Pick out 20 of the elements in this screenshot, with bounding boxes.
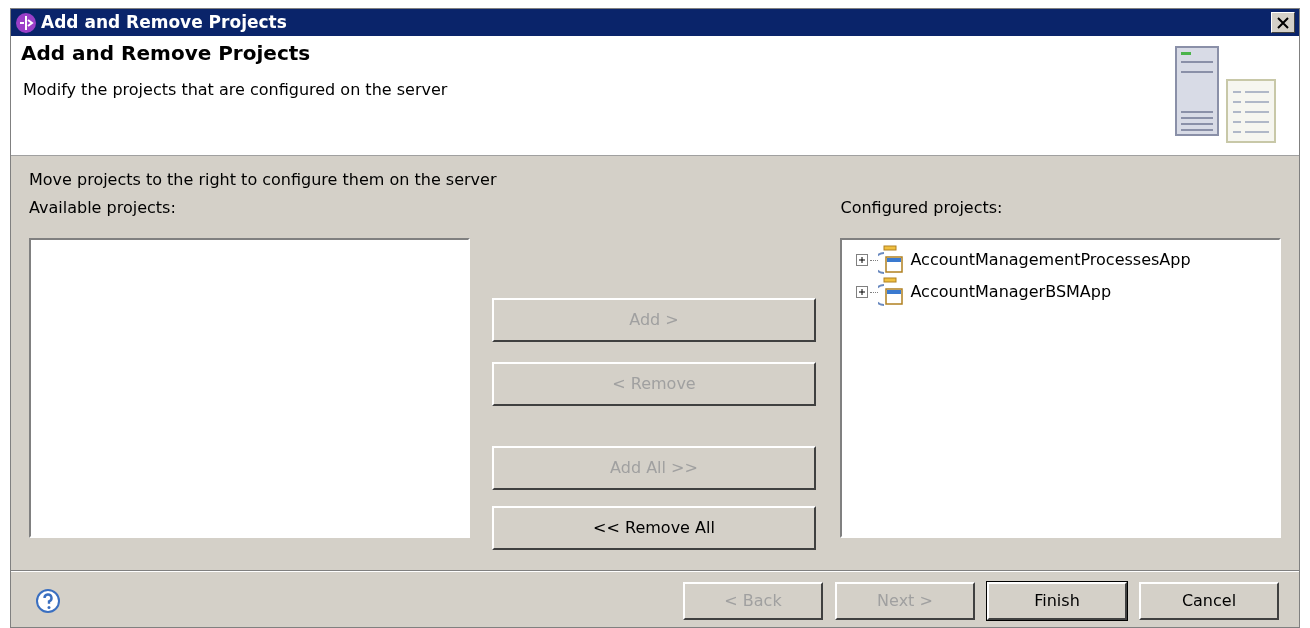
instruction-text: Move projects to the right to configure them on the server [29,169,498,191]
window-title: Add and Remove Projects [41,10,288,34]
push-button[interactable]: << Remove All [491,506,817,550]
close-icon [1277,16,1289,29]
application-icon [878,245,905,275]
page-title: Add and Remove Projects [21,40,312,67]
list-label: Available projects: [29,197,177,219]
application-icon [878,277,905,307]
page-description: Modify the projects that are configured on the server [23,79,449,101]
help-icon[interactable] [35,588,61,614]
expand-icon[interactable] [856,286,869,298]
close-button[interactable] [1271,12,1295,33]
push-button[interactable]: Finish [987,582,1127,620]
app-icon [15,11,37,34]
list-label: Configured projects: [840,197,1004,219]
tree-item[interactable]: AccountManagementProcessesApp [910,248,1191,272]
push-button[interactable]: Cancel [1139,582,1279,620]
configured-tree[interactable]: AccountManagementProcessesApp AccountManagerBSMApp [840,238,1281,538]
tree-item[interactable]: AccountManagerBSMApp [910,280,1112,304]
expand-icon[interactable] [856,254,869,266]
